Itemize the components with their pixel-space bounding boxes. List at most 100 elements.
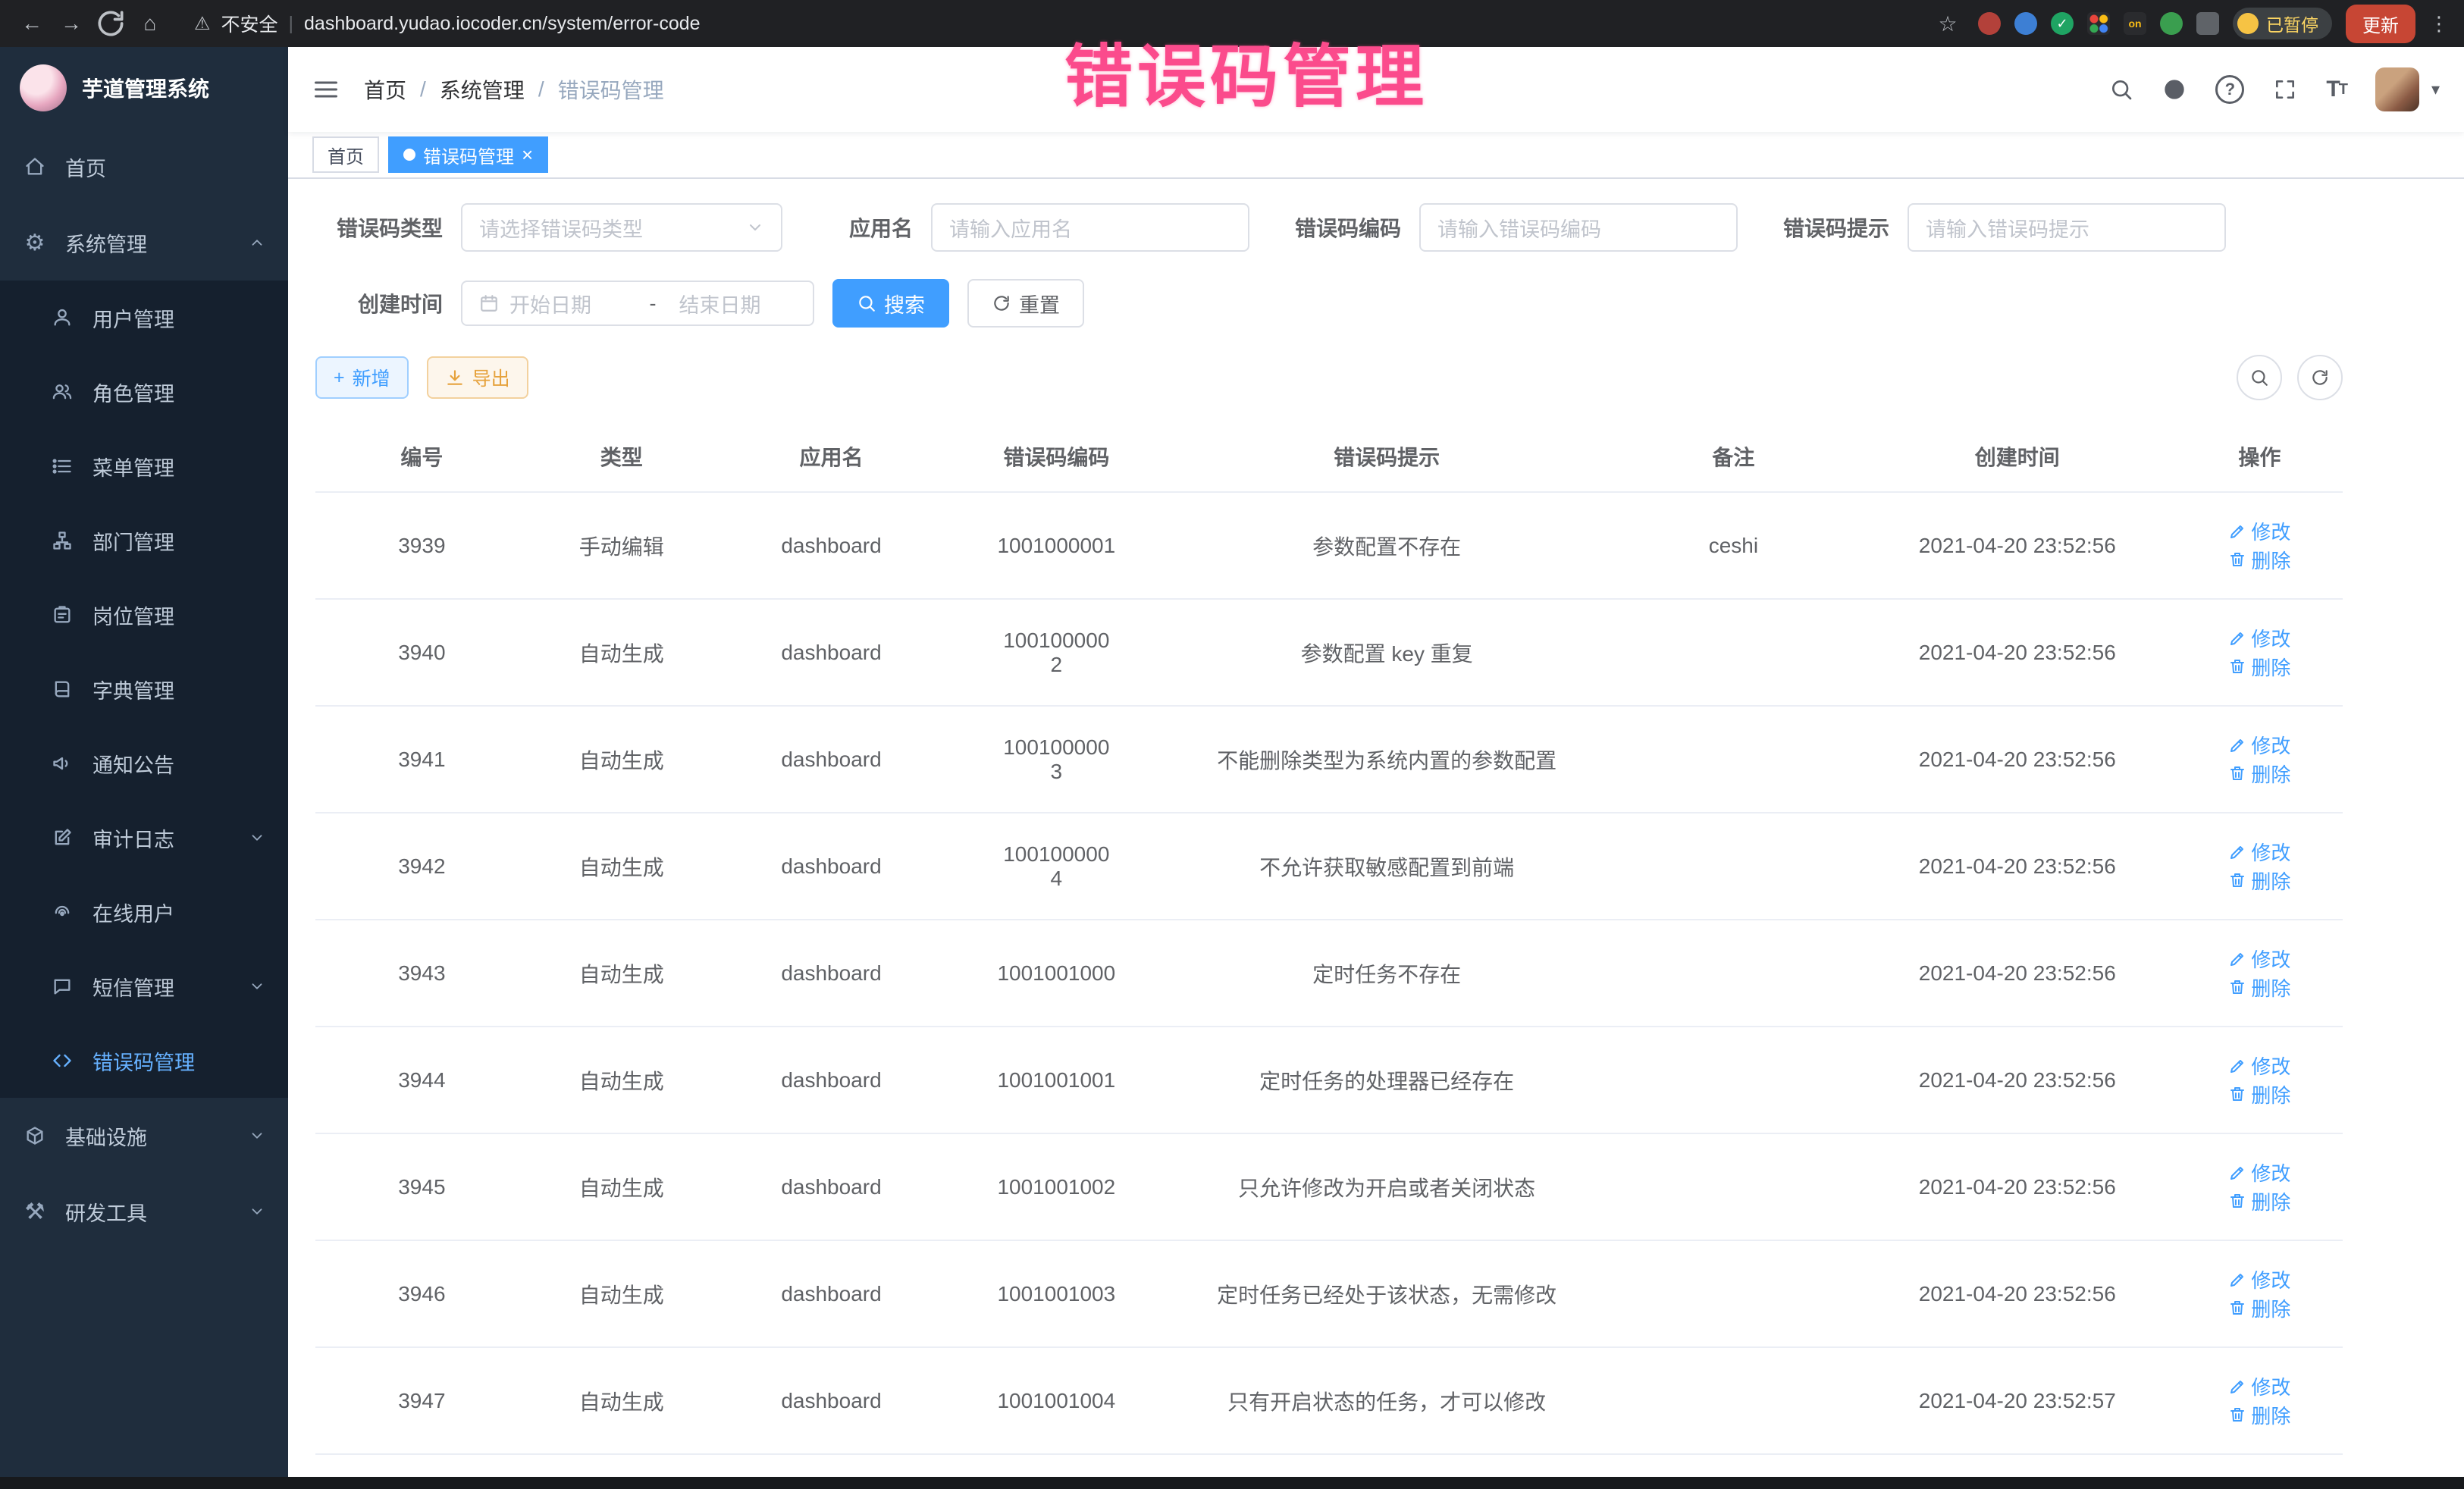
hamburger-icon[interactable] [312, 76, 340, 103]
delete-link[interactable]: 删除 [2228, 1401, 2290, 1429]
delete-link[interactable]: 删除 [2228, 546, 2290, 574]
edit-label: 修改 [2251, 1052, 2290, 1080]
browser-home-icon[interactable]: ⌂ [133, 7, 167, 40]
extension-icon[interactable] [2160, 12, 2183, 35]
address-bar[interactable]: ⚠ 不安全 | dashboard.yudao.iocoder.cn/syste… [194, 10, 1925, 37]
delete-link[interactable]: 删除 [2228, 1080, 2290, 1108]
edit-link[interactable]: 修改 [2228, 1372, 2290, 1400]
download-icon [445, 368, 465, 387]
sidebar-item-home[interactable]: 首页 [0, 129, 288, 205]
sidebar-item-dept[interactable]: 部门管理 [0, 503, 288, 578]
browser-update-button[interactable]: 更新 [2346, 5, 2415, 43]
cell-time: 2021-04-20 23:52:56 [1858, 492, 2177, 599]
search-button[interactable]: 搜索 [832, 279, 949, 328]
sidebar-item-online[interactable]: 在线用户 [0, 875, 288, 949]
date-range-picker[interactable]: 开始日期 - 结束日期 [461, 281, 814, 326]
browser-menu-icon[interactable]: ⋮ [2429, 12, 2449, 36]
cell-id: 3942 [315, 813, 528, 920]
error-type-select[interactable]: 请选择错误码类型 [461, 203, 782, 252]
delete-link[interactable]: 删除 [2228, 867, 2290, 895]
edit-link[interactable]: 修改 [2228, 1158, 2290, 1186]
delete-link[interactable]: 删除 [2228, 973, 2290, 1002]
user-avatar[interactable] [2375, 67, 2419, 111]
sidebar-item-dev[interactable]: ⚒研发工具 [0, 1174, 288, 1249]
sidebar-item-sms[interactable]: 短信管理 [0, 949, 288, 1023]
cell-actions: 修改删除 [2177, 1133, 2343, 1240]
sidebar-item-menu[interactable]: 菜单管理 [0, 429, 288, 503]
table-row: 3944自动生成dashboard1001001001定时任务的处理器已经存在2… [315, 1027, 2343, 1133]
sidebar-item-post[interactable]: 岗位管理 [0, 578, 288, 652]
chevron-down-icon [746, 218, 764, 237]
app-name-input[interactable]: 请输入应用名 [931, 203, 1249, 252]
help-icon[interactable]: ? [2215, 75, 2244, 104]
github-icon[interactable] [2162, 77, 2187, 102]
sidebar-item-role[interactable]: 角色管理 [0, 355, 288, 429]
extension-icon[interactable]: on [2124, 12, 2146, 35]
sidebar-item-errcode[interactable]: 错误码管理 [0, 1023, 288, 1098]
cell-type: 自动生成 [528, 706, 715, 813]
delete-link[interactable]: 删除 [2228, 1294, 2290, 1322]
filter-row-1: 错误码类型 请选择错误码类型 应用名 请输入应用名 错误码编码 [315, 203, 2343, 252]
sidebar-item-system[interactable]: ⚙系统管理 [0, 205, 288, 281]
breadcrumb-item[interactable]: 首页 [364, 74, 406, 105]
cell-code: 1001001000 [948, 920, 1165, 1027]
delete-link[interactable]: 删除 [2228, 760, 2290, 788]
avatar-caret-icon[interactable]: ▾ [2431, 80, 2440, 99]
edit-link[interactable]: 修改 [2228, 1052, 2290, 1080]
add-button[interactable]: + 新增 [315, 356, 409, 399]
edit-link[interactable]: 修改 [2228, 838, 2290, 866]
extension-icon[interactable] [2051, 12, 2074, 35]
cell-actions: 修改删除 [2177, 492, 2343, 599]
reset-button[interactable]: 重置 [967, 279, 1084, 328]
extension-icon[interactable] [2014, 12, 2037, 35]
extension-icon[interactable] [1978, 12, 2001, 35]
bookmark-star-icon[interactable]: ☆ [1931, 7, 1964, 40]
edit-link[interactable]: 修改 [2228, 1265, 2290, 1293]
tab-close-icon[interactable]: × [522, 145, 533, 165]
paused-label: 已暂停 [2266, 11, 2318, 36]
fullscreen-icon[interactable] [2273, 77, 2297, 102]
cell-time: 2021-04-20 23:52:56 [1858, 1240, 2177, 1347]
sidebar-item-dict[interactable]: 字典管理 [0, 652, 288, 726]
edit-link[interactable]: 修改 [2228, 945, 2290, 973]
error-hint-label: 错误码提示 [1783, 212, 1889, 243]
back-icon[interactable]: ← [15, 7, 49, 40]
cell-code: 1001000001 [948, 492, 1165, 599]
cell-id: 3941 [315, 706, 528, 813]
profile-paused-badge[interactable]: 已暂停 [2233, 8, 2332, 39]
url-divider: | [289, 13, 294, 35]
cell-app: dashboard [715, 1240, 948, 1347]
tab-home[interactable]: 首页 [312, 136, 379, 173]
app-logo[interactable]: 芋道管理系统 [0, 47, 288, 129]
delete-link[interactable]: 删除 [2228, 653, 2290, 681]
sidebar-item-audit[interactable]: 审计日志 [0, 801, 288, 875]
extensions-puzzle-icon[interactable] [2196, 12, 2219, 35]
sidebar-item-user[interactable]: 用户管理 [0, 281, 288, 355]
chevron-down-icon [249, 829, 265, 846]
tab-error-code[interactable]: 错误码管理× [388, 136, 548, 173]
sidebar-item-label: 角色管理 [92, 378, 174, 407]
export-button[interactable]: 导出 [427, 356, 528, 399]
forward-icon[interactable]: → [55, 7, 88, 40]
table-toolbar: + 新增 导出 [315, 355, 2343, 400]
edit-link[interactable]: 修改 [2228, 624, 2290, 652]
extension-icon[interactable] [2087, 12, 2110, 35]
error-hint-input[interactable]: 请输入错误码提示 [1908, 203, 2226, 252]
refresh-table-button[interactable] [2297, 355, 2343, 400]
reload-icon[interactable] [94, 7, 127, 40]
edit-label: 修改 [2251, 945, 2290, 973]
breadcrumb-item[interactable]: 系统管理 [440, 74, 525, 105]
edit-link[interactable]: 修改 [2228, 731, 2290, 759]
font-size-icon[interactable]: TT [2326, 77, 2346, 102]
chevron-down-icon [249, 1127, 265, 1144]
cell-code: 1001001003 [948, 1240, 1165, 1347]
delete-link[interactable]: 删除 [2228, 1187, 2290, 1215]
error-code-input[interactable]: 请输入错误码编码 [1419, 203, 1738, 252]
edit-link[interactable]: 修改 [2228, 517, 2290, 545]
table-row: 3939手动编辑dashboard1001000001参数配置不存在ceshi2… [315, 492, 2343, 599]
search-icon[interactable] [2109, 77, 2133, 102]
sidebar-item-notice[interactable]: 通知公告 [0, 726, 288, 801]
sidebar-item-infra[interactable]: 基础设施 [0, 1098, 288, 1174]
cell-actions: 修改删除 [2177, 1454, 2343, 1477]
show-search-button[interactable] [2237, 355, 2282, 400]
